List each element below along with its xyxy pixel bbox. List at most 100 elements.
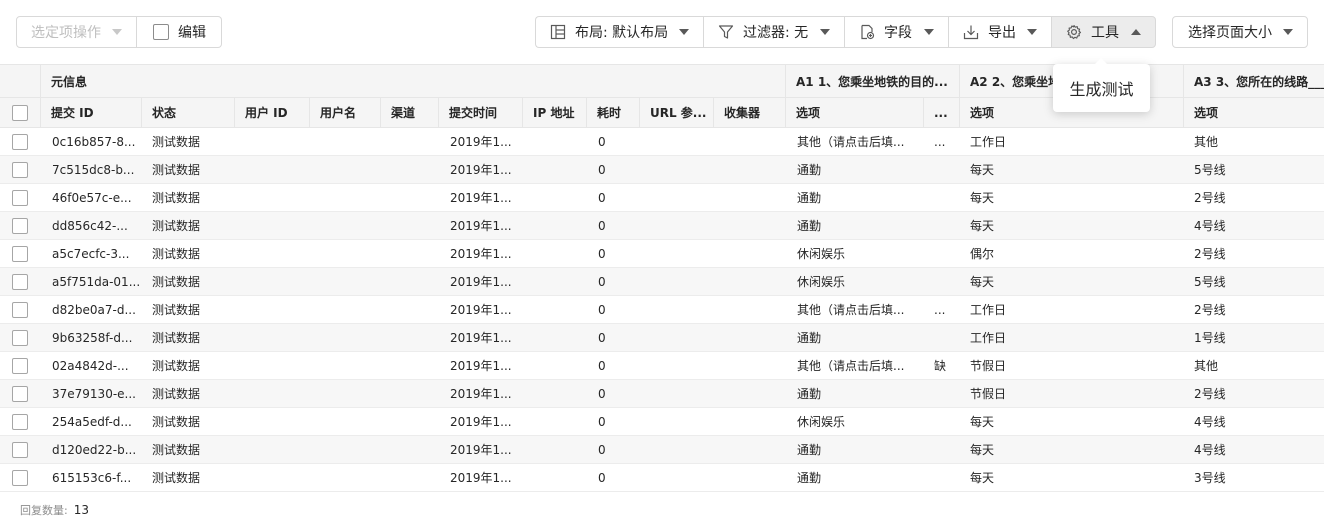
cell-submit-time: 2019年1... (450, 163, 512, 177)
table-row[interactable]: 37e79130-e... 测试数据 2019年1... 0 通勤 节假日 2号线 (0, 380, 1324, 408)
edit-checkbox[interactable] (153, 24, 169, 40)
row-select-cell (0, 324, 40, 351)
responses-table: 元信息 A1 1、您乘坐地铁的目的... A2 2、您乘坐地 A3 3、您所在的… (0, 64, 1324, 494)
cell-a3-option: 其他 (1194, 135, 1219, 149)
chevron-down-icon (820, 29, 830, 35)
column-header-a3-option[interactable]: 选项 (1183, 98, 1324, 127)
column-header-user-id[interactable]: 用户 ID (234, 98, 309, 127)
cell-a1-option: 通勤 (797, 331, 822, 345)
cell-a1-option: 休闲娱乐 (797, 275, 846, 289)
fields-dropdown[interactable]: 字段 (844, 16, 948, 48)
table-row[interactable]: 9b63258f-d... 测试数据 2019年1... 0 通勤 工作日 1号线 (0, 324, 1324, 352)
column-header-a1-option[interactable]: 选项 (785, 98, 923, 127)
row-checkbox[interactable] (12, 385, 28, 402)
column-header-username[interactable]: 用户名 (309, 98, 380, 127)
chevron-up-icon (1131, 29, 1141, 35)
export-dropdown[interactable]: 导出 (948, 16, 1051, 48)
row-checkbox[interactable] (12, 469, 28, 486)
cell-a2-option: 每天 (970, 415, 995, 429)
cell-submission-id: a5c7ecfc-3... (52, 246, 130, 261)
cell-a3-option: 4号线 (1194, 219, 1226, 233)
table-row[interactable]: 0c16b857-8... 测试数据 2019年1... 0 其他（请点击后填.....… (0, 128, 1324, 156)
cell-submit-time: 2019年1... (450, 191, 512, 205)
generate-test-menu-item[interactable]: 生成测试 (1069, 76, 1133, 100)
table-row[interactable]: a5c7ecfc-3... 测试数据 2019年1... 0 休闲娱乐 偶尔 2号线 (0, 240, 1324, 268)
cell-a1-option: 其他（请点击后填... (797, 359, 905, 373)
column-header-url-params[interactable]: URL 参... (639, 98, 713, 127)
row-select-cell (0, 268, 40, 295)
cell-status: 测试数据 (152, 415, 201, 429)
row-checkbox[interactable] (12, 441, 28, 458)
cell-a3-option: 4号线 (1194, 415, 1226, 429)
row-checkbox[interactable] (12, 357, 28, 374)
cell-submit-time: 2019年1... (450, 387, 512, 401)
row-checkbox[interactable] (12, 245, 28, 262)
filter-icon (718, 25, 734, 39)
cell-submit-time: 2019年1... (450, 247, 512, 261)
column-header-ip-address[interactable]: IP 地址 (522, 98, 586, 127)
cell-a1-option: 通勤 (797, 191, 822, 205)
row-checkbox[interactable] (12, 273, 28, 290)
select-all-checkbox[interactable] (12, 104, 28, 121)
cell-submission-id: 46f0e57c-e... (52, 190, 132, 205)
row-select-cell (0, 296, 40, 323)
cell-duration: 0 (598, 218, 606, 233)
table-row[interactable]: 46f0e57c-e... 测试数据 2019年1... 0 通勤 每天 2号线 (0, 184, 1324, 212)
row-checkbox[interactable] (12, 329, 28, 346)
table-row[interactable]: d120ed22-b... 测试数据 2019年1... 0 通勤 每天 4号线 (0, 436, 1324, 464)
table-row[interactable]: d82be0a7-d... 测试数据 2019年1... 0 其他（请点击后填.....… (0, 296, 1324, 324)
cell-status: 测试数据 (152, 359, 201, 373)
row-select-cell (0, 128, 40, 155)
layout-dropdown[interactable]: 布局: 默认布局 (535, 16, 703, 48)
row-checkbox[interactable] (12, 217, 28, 234)
edit-button[interactable]: 编辑 (137, 16, 222, 48)
cell-submission-id: 9b63258f-d... (52, 330, 133, 345)
cell-a3-option: 5号线 (1194, 275, 1226, 289)
column-header-a1-extra[interactable]: ... (923, 98, 959, 127)
row-checkbox[interactable] (12, 133, 28, 150)
row-checkbox[interactable] (12, 189, 28, 206)
cell-a3-option: 2号线 (1194, 303, 1226, 317)
column-header-status[interactable]: 状态 (141, 98, 234, 127)
cell-a2-option: 工作日 (970, 135, 1007, 149)
cell-a1-option: 通勤 (797, 387, 822, 401)
cell-a3-option: 5号线 (1194, 163, 1226, 177)
column-header-submit-time[interactable]: 提交时间 (438, 98, 522, 127)
page-size-label: 选择页面大小 (1188, 25, 1272, 41)
table-row[interactable]: a5f751da-01... 测试数据 2019年1... 0 休闲娱乐 每天 5号线 (0, 268, 1324, 296)
cell-status: 测试数据 (152, 303, 201, 317)
tools-menu-popup: 生成测试 (1053, 58, 1150, 112)
cell-a2-option: 每天 (970, 275, 995, 289)
response-count-label: 回复数量: (20, 504, 68, 517)
tools-dropdown[interactable]: 工具 (1051, 16, 1156, 48)
selection-actions-dropdown[interactable]: 选定项操作 (16, 16, 137, 48)
cell-duration: 0 (598, 330, 606, 345)
group-header-meta: 元信息 (40, 65, 785, 97)
cell-submit-time: 2019年1... (450, 135, 512, 149)
table-row[interactable]: 254a5edf-d... 测试数据 2019年1... 0 休闲娱乐 每天 4号线 (0, 408, 1324, 436)
row-select-cell (0, 408, 40, 435)
page-size-dropdown[interactable]: 选择页面大小 (1172, 16, 1308, 48)
cell-status: 测试数据 (152, 443, 201, 457)
row-checkbox[interactable] (12, 161, 28, 178)
table-row[interactable]: 7c515dc8-b... 测试数据 2019年1... 0 通勤 每天 5号线 (0, 156, 1324, 184)
column-header-channel[interactable]: 渠道 (380, 98, 438, 127)
filter-dropdown[interactable]: 过滤器: 无 (703, 16, 844, 48)
table-row[interactable]: dd856c42-... 测试数据 2019年1... 0 通勤 每天 4号线 (0, 212, 1324, 240)
group-header-a3: A3 3、您所在的线路___ (1183, 65, 1324, 97)
cell-status: 测试数据 (152, 387, 201, 401)
cell-a3-option: 2号线 (1194, 247, 1226, 261)
cell-status: 测试数据 (152, 247, 201, 261)
add-field-icon (861, 24, 875, 40)
table-row[interactable]: 615153c6-f... 测试数据 2019年1... 0 通勤 每天 3号线 (0, 464, 1324, 492)
table-row[interactable]: 02a4842d-... 测试数据 2019年1... 0 其他（请点击后填... 缺 节假… (0, 352, 1324, 380)
row-checkbox[interactable] (12, 301, 28, 318)
row-checkbox[interactable] (12, 413, 28, 430)
column-header-collector[interactable]: 收集器 (713, 98, 785, 127)
column-header-submission-id[interactable]: 提交 ID (40, 98, 141, 127)
cell-duration: 0 (598, 470, 606, 485)
chevron-down-icon (112, 29, 122, 35)
cell-submission-id: 0c16b857-8... (52, 134, 136, 149)
cell-a1-extra: ... (934, 134, 946, 149)
column-header-duration[interactable]: 耗时 (586, 98, 639, 127)
